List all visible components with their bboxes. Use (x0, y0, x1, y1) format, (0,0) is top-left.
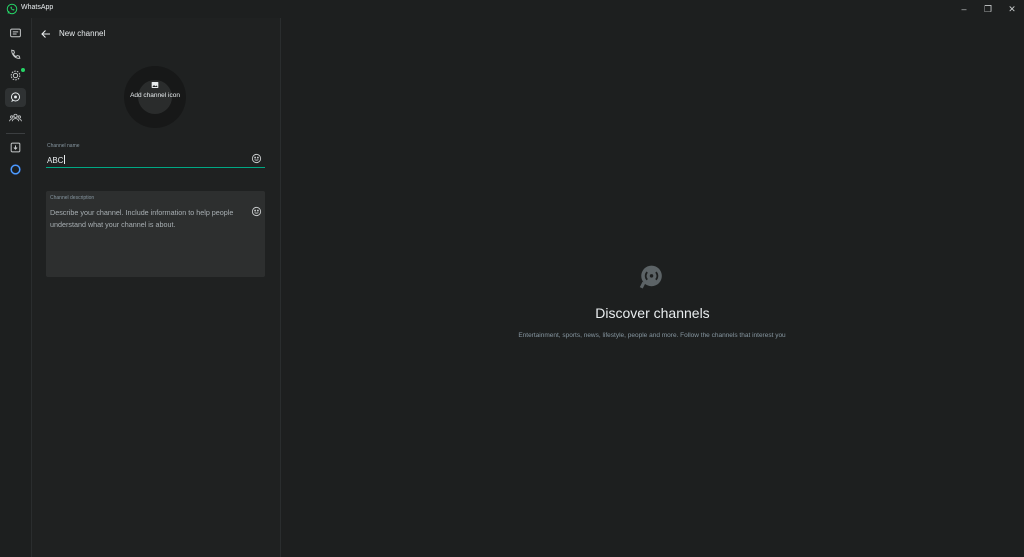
chats-icon[interactable] (8, 26, 23, 41)
image-icon (151, 82, 159, 88)
channel-name-label: Channel name (47, 143, 80, 149)
new-channel-panel: New channel Add channel icon Channel nam… (32, 18, 281, 557)
title-bar: WhatsApp – ❐ ✕ (0, 0, 1024, 18)
channel-description-label: Channel description (50, 195, 95, 201)
discover-title: Discover channels (595, 305, 710, 321)
avatar-label: Add channel icon (130, 92, 180, 99)
channel-description-placeholder: Describe your channel. Include informati… (50, 208, 234, 229)
emoji-icon[interactable] (251, 153, 262, 164)
close-button[interactable]: ✕ (1000, 0, 1024, 18)
add-channel-icon-button[interactable]: Add channel icon (124, 66, 186, 128)
communities-icon[interactable] (8, 110, 23, 125)
whatsapp-logo-icon (6, 3, 18, 15)
panel-title: New channel (59, 29, 106, 38)
status-unread-dot (21, 68, 25, 72)
back-arrow-icon[interactable] (40, 28, 52, 40)
minimize-button[interactable]: – (952, 0, 976, 18)
channels-icon[interactable] (5, 88, 26, 107)
calls-icon[interactable] (8, 47, 23, 62)
archive-icon[interactable] (8, 140, 23, 155)
navigation-rail (0, 18, 32, 557)
meta-ai-icon[interactable] (8, 162, 23, 177)
channel-name-input[interactable]: ABC (47, 155, 66, 165)
text-caret (64, 155, 66, 164)
channels-icon (639, 265, 662, 289)
app-title: WhatsApp (21, 4, 54, 11)
emoji-icon[interactable] (251, 206, 262, 217)
channel-description-input[interactable]: Channel description Describe your channe… (46, 191, 265, 277)
channel-name-value: ABC (47, 156, 64, 165)
rail-divider (6, 133, 25, 134)
channel-name-underline (46, 167, 265, 168)
main-content: Discover channels Entertainment, sports,… (281, 18, 1024, 557)
maximize-button[interactable]: ❐ (976, 0, 1000, 18)
discover-subtitle: Entertainment, sports, news, lifestyle, … (518, 332, 786, 339)
